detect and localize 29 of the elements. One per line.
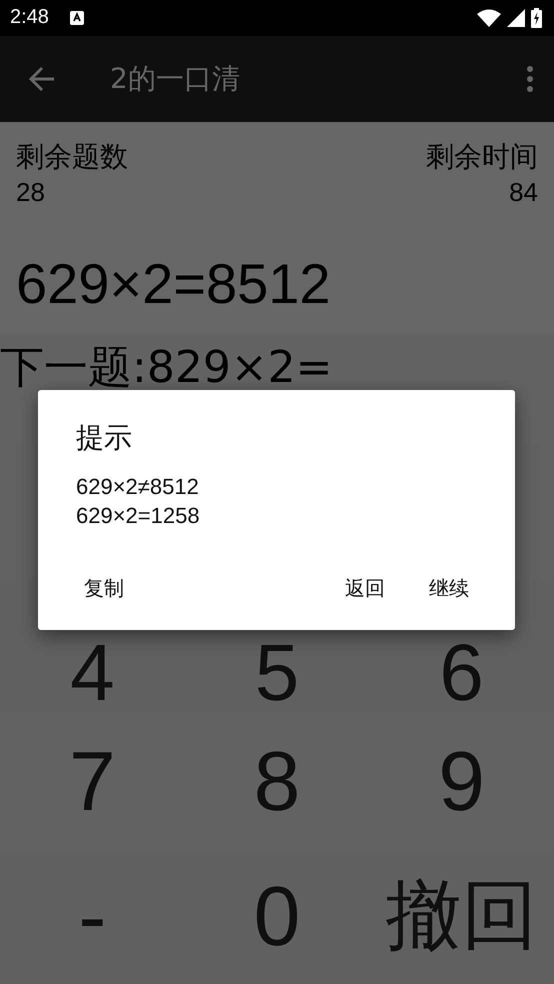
keypad-key[interactable]: 6 [369, 632, 554, 714]
keyboard-notification-icon [68, 10, 85, 26]
signal-icon [507, 8, 525, 27]
dialog-message-line: 629×2=1258 [76, 502, 201, 530]
dialog-button[interactable]: 继续 [409, 566, 489, 610]
next-question: 下一题:829×2= [0, 342, 333, 393]
keypad-key[interactable]: 7 [0, 714, 185, 849]
dialog-message-line: 629×2≠8512 [76, 473, 200, 501]
app-title: 2的一口清 [110, 60, 241, 97]
more-options-icon[interactable] [526, 66, 534, 92]
keypad-key[interactable]: - [0, 849, 185, 984]
keypad-key[interactable]: 9 [369, 714, 554, 849]
remaining-time-label: 剩余时间 [426, 140, 538, 174]
remaining-count: 28 [16, 176, 46, 208]
keypad-key[interactable]: 0 [184, 849, 370, 984]
keypad-key[interactable]: 5 [184, 632, 370, 714]
keypad-key[interactable]: 4 [0, 632, 185, 714]
dialog-title: 提示 [76, 420, 133, 456]
wifi-icon [477, 8, 501, 27]
keypad-key[interactable]: 撤回 [369, 849, 554, 984]
copy-button[interactable]: 复制 [64, 566, 144, 610]
back-arrow-icon[interactable] [28, 64, 56, 93]
answer-equation: 629×2=8512 [16, 252, 331, 315]
battery-icon [531, 8, 542, 28]
dialog-button[interactable]: 返回 [325, 566, 405, 610]
remaining-time: 84 [509, 176, 538, 208]
keypad-key[interactable]: 8 [184, 714, 370, 849]
remaining-count-label: 剩余题数 [16, 140, 128, 174]
status-time: 2:48 [10, 6, 49, 30]
